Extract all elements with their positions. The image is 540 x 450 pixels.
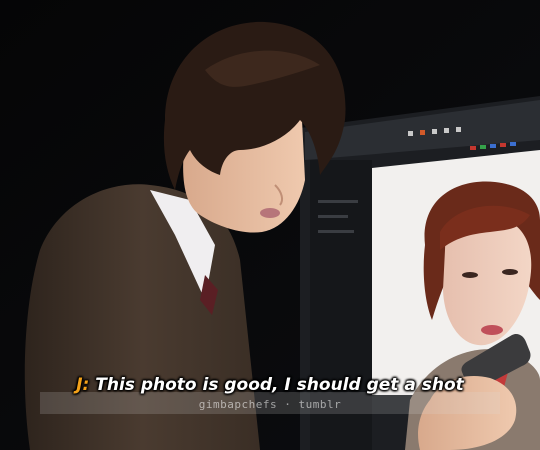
video-frame: J: This photo is good, I should get a sh… (0, 0, 540, 450)
watermark: gimbapchefs · tumblr (198, 398, 342, 411)
speaker-label: J: (76, 375, 90, 395)
subtitle-caption: J: This photo is good, I should get a sh… (0, 375, 540, 395)
subtitle-text: This photo is good, I should get a shot (89, 375, 464, 395)
